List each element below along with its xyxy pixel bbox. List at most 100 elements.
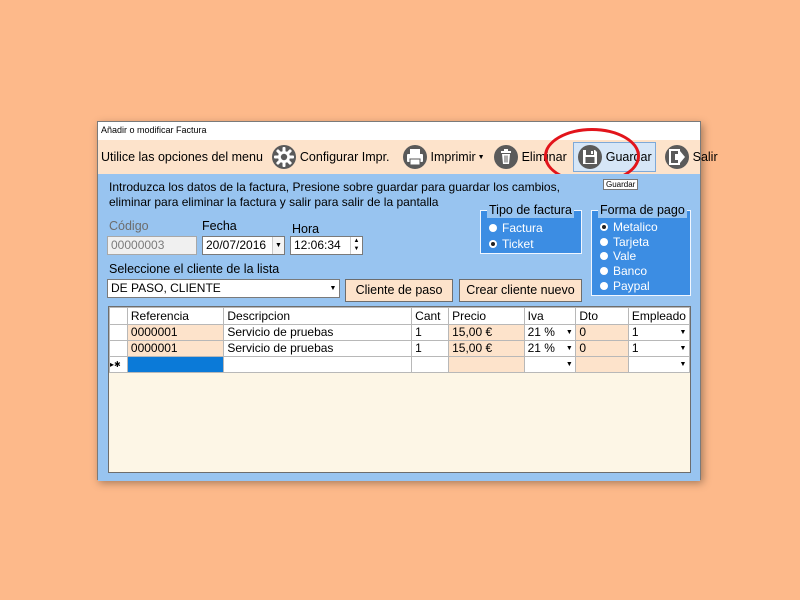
radio-paypal-label: Paypal xyxy=(613,279,650,293)
cliente-select[interactable]: DE PASO, CLIENTE ▼ xyxy=(107,279,340,298)
cell-cant[interactable]: 1 xyxy=(411,340,450,357)
radio-metalico[interactable]: Metalico xyxy=(600,220,658,234)
column-header[interactable]: Empleado xyxy=(627,307,690,325)
radio-factura-label: Factura xyxy=(502,221,543,235)
cell-empleado-new[interactable]: ▼ xyxy=(627,356,690,373)
guardar-tooltip: Guardar xyxy=(603,179,639,190)
eliminar-button[interactable]: Eliminar xyxy=(491,142,569,172)
radio-tarjeta[interactable]: Tarjeta xyxy=(600,235,649,249)
invoice-lines-grid: Referencia Descripcion Cant Precio Iva D… xyxy=(108,306,691,473)
forma-pago-group: Forma de pago Metalico Tarjeta Vale Banc… xyxy=(591,203,691,296)
table-row[interactable]: 0000001 Servicio de pruebas 1 15,00 € 21… xyxy=(109,324,690,341)
toolbar-prompt: Utilice las opciones del menu xyxy=(101,150,263,164)
configurar-label: Configurar Impr. xyxy=(299,150,390,164)
column-header[interactable]: Referencia xyxy=(126,307,225,325)
chevron-down-icon[interactable]: ▼ xyxy=(563,358,575,372)
radio-vale[interactable]: Vale xyxy=(600,249,636,263)
gear-icon xyxy=(271,144,297,170)
cliente-de-paso-button[interactable]: Cliente de paso xyxy=(345,279,453,302)
printer-icon xyxy=(402,144,428,170)
tipo-factura-group: Tipo de factura Factura Ticket xyxy=(480,203,582,254)
cell-precio[interactable]: 15,00 € xyxy=(448,324,525,341)
fecha-label: Fecha xyxy=(202,219,237,233)
salir-button[interactable]: Salir xyxy=(662,142,720,172)
chevron-down-icon[interactable]: ▼ xyxy=(327,280,339,297)
crear-cliente-nuevo-button[interactable]: Crear cliente nuevo xyxy=(459,279,582,302)
row-header[interactable] xyxy=(109,340,128,357)
column-header[interactable]: Dto xyxy=(575,307,629,325)
form-panel: Introduzca los datos de la factura, Pres… xyxy=(98,174,700,481)
guardar-button[interactable]: Guardar xyxy=(572,142,656,172)
cell-dto[interactable]: 0 xyxy=(575,340,629,357)
cell-iva-value: 21 % xyxy=(527,341,555,356)
column-header[interactable]: Iva xyxy=(523,307,577,325)
cell-cant-new[interactable] xyxy=(411,356,450,373)
column-header[interactable]: Cant xyxy=(411,307,450,325)
cell-referencia-new[interactable] xyxy=(126,356,225,373)
hora-field[interactable]: 12:06:34 ▲ ▼ xyxy=(290,236,363,255)
cell-iva[interactable]: 21 % ▼ xyxy=(523,340,577,357)
codigo-field[interactable]: 00000003 xyxy=(107,236,197,255)
radio-dot xyxy=(489,224,497,232)
codigo-label: Código xyxy=(109,219,149,233)
row-header-corner xyxy=(109,307,128,325)
row-header[interactable] xyxy=(109,324,128,341)
cell-iva[interactable]: 21 % ▼ xyxy=(523,324,577,341)
cell-iva-new[interactable]: ▼ xyxy=(523,356,577,373)
cell-referencia[interactable]: 0000001 xyxy=(126,340,225,357)
cell-dto-new[interactable] xyxy=(575,356,629,373)
hora-spinner[interactable]: ▲ ▼ xyxy=(350,237,362,254)
table-row[interactable]: 0000001 Servicio de pruebas 1 15,00 € 21… xyxy=(109,340,690,357)
radio-vale-label: Vale xyxy=(613,249,637,263)
radio-banco[interactable]: Banco xyxy=(600,264,647,278)
configurar-impresora-button[interactable]: Configurar Impr. xyxy=(269,142,392,172)
cell-descripcion[interactable]: Servicio de pruebas xyxy=(223,340,413,357)
cell-iva-value: 21 % xyxy=(527,325,555,340)
imprimir-label: Imprimir xyxy=(430,150,476,164)
new-row-marker: ▸✱ xyxy=(109,356,128,373)
cliente-value: DE PASO, CLIENTE xyxy=(111,281,221,295)
cell-precio-new[interactable] xyxy=(448,356,525,373)
exit-icon xyxy=(664,144,690,170)
radio-paypal[interactable]: Paypal xyxy=(600,279,650,293)
radio-dot xyxy=(600,252,608,260)
radio-banco-label: Banco xyxy=(613,264,648,278)
invoice-lines-table: Referencia Descripcion Cant Precio Iva D… xyxy=(109,307,690,373)
column-header[interactable]: Descripcion xyxy=(223,307,413,325)
chevron-down-icon[interactable]: ▼ xyxy=(677,326,688,340)
chevron-down-icon[interactable]: ▼ xyxy=(563,342,575,356)
cell-empleado-value: 1 xyxy=(631,341,639,356)
cell-empleado[interactable]: 1 ▼ xyxy=(627,340,690,357)
imprimir-button[interactable]: Imprimir ▼ xyxy=(400,142,491,172)
cell-precio[interactable]: 15,00 € xyxy=(448,340,525,357)
fecha-field[interactable]: 20/07/2016 ▼ xyxy=(202,236,285,255)
chevron-down-icon[interactable]: ▼ xyxy=(478,154,485,161)
radio-metalico-label: Metalico xyxy=(613,220,658,234)
radio-dot xyxy=(600,282,608,290)
radio-ticket-label: Ticket xyxy=(502,237,534,251)
cell-descripcion[interactable]: Servicio de pruebas xyxy=(223,324,413,341)
radio-dot xyxy=(600,238,608,246)
radio-ticket[interactable]: Ticket xyxy=(489,237,534,251)
new-row[interactable]: ▸✱ ▼ ▼ xyxy=(109,356,690,373)
chevron-down-icon[interactable]: ▼ xyxy=(677,358,688,372)
hora-value: 12:06:34 xyxy=(294,238,341,252)
cell-referencia[interactable]: 0000001 xyxy=(126,324,225,341)
eliminar-label: Eliminar xyxy=(521,150,567,164)
cell-descripcion-new[interactable] xyxy=(223,356,413,373)
calendar-dropdown-icon[interactable]: ▼ xyxy=(272,237,284,254)
tipo-factura-title: Tipo de factura xyxy=(487,203,574,218)
cell-cant[interactable]: 1 xyxy=(411,324,450,341)
toolbar: Utilice las opciones del menu Configurar… xyxy=(98,140,718,174)
cell-empleado-value: 1 xyxy=(631,325,639,340)
chevron-down-icon[interactable]: ▼ xyxy=(677,342,688,356)
radio-factura[interactable]: Factura xyxy=(489,221,543,235)
fecha-value: 20/07/2016 xyxy=(206,238,267,252)
hora-label: Hora xyxy=(292,222,320,236)
radio-tarjeta-label: Tarjeta xyxy=(613,235,650,249)
cell-dto[interactable]: 0 xyxy=(575,324,629,341)
column-header[interactable]: Precio xyxy=(448,307,525,325)
chevron-down-icon[interactable]: ▼ xyxy=(563,326,575,340)
radio-dot-selected xyxy=(489,240,497,248)
cell-empleado[interactable]: 1 ▼ xyxy=(627,324,690,341)
